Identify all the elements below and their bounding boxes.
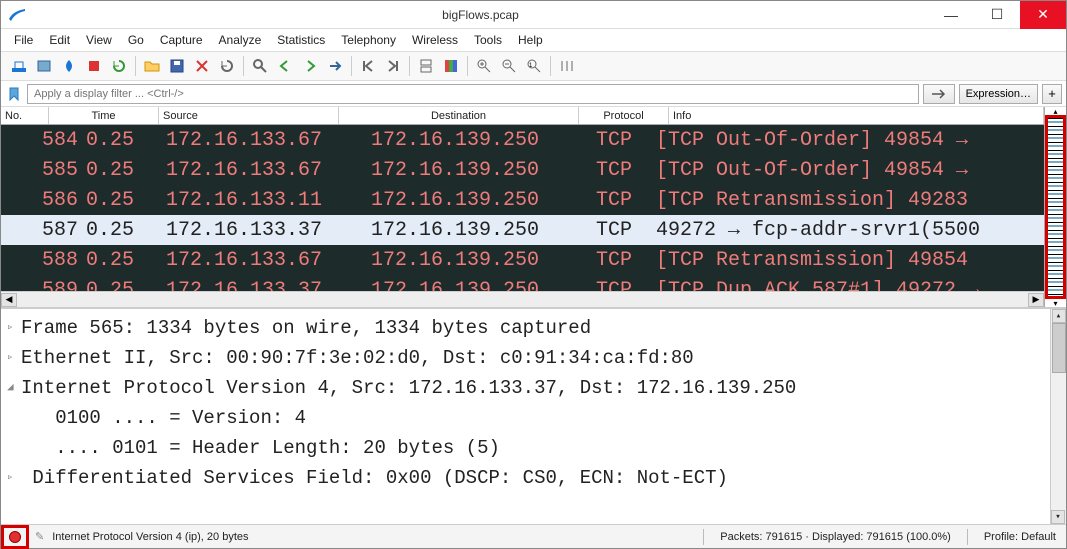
menu-file[interactable]: File [7,31,40,49]
expression-button[interactable]: Expression… [959,84,1038,104]
menu-analyze[interactable]: Analyze [212,31,269,49]
menu-capture[interactable]: Capture [153,31,210,49]
status-left: Internet Protocol Version 4 (ip), 20 byt… [48,531,697,543]
col-time[interactable]: Time [49,107,159,124]
menu-view[interactable]: View [79,31,119,49]
status-profile[interactable]: Profile: Default [974,531,1066,543]
expert-info-button[interactable] [1,525,29,549]
reload-icon[interactable] [215,54,239,78]
window-title: bigFlows.pcap [33,8,928,22]
restart-capture-icon[interactable] [107,54,131,78]
add-filter-button[interactable]: + [1042,84,1062,104]
menu-wireless[interactable]: Wireless [405,31,465,49]
menu-telephony[interactable]: Telephony [334,31,403,49]
detail-line[interactable]: ▹Ethernet II, Src: 00:90:7f:3e:02:d0, Ds… [1,343,1066,373]
close-button[interactable]: ✕ [1020,1,1066,29]
packet-row[interactable]: 5850.25 172.16.133.67 172.16.139.250 TCP… [1,155,1044,185]
menu-bar: File Edit View Go Capture Analyze Statis… [1,29,1066,51]
detail-line[interactable]: ▹Frame 565: 1334 bytes on wire, 1334 byt… [1,313,1066,343]
go-to-icon[interactable] [323,54,347,78]
packet-row[interactable]: 5890.25 172.16.133.37 172.16.139.250 TCP… [1,275,1044,291]
packet-details[interactable]: ▹Frame 565: 1334 bytes on wire, 1334 byt… [1,309,1066,524]
start-capture-icon[interactable] [57,54,81,78]
resize-columns-icon[interactable] [555,54,579,78]
menu-statistics[interactable]: Statistics [270,31,332,49]
minimize-button[interactable]: — [928,1,974,29]
packet-row[interactable]: 5860.25 172.16.133.11 172.16.139.250 TCP… [1,185,1044,215]
edit-icon[interactable]: ✎ [31,530,48,543]
find-icon[interactable] [248,54,272,78]
status-bar: ✎ Internet Protocol Version 4 (ip), 20 b… [1,524,1066,548]
detail-line[interactable]: ◢Internet Protocol Version 4, Src: 172.1… [1,373,1066,403]
app-icon [7,5,27,25]
options-icon[interactable] [32,54,56,78]
zoom-reset-icon[interactable]: 1 [522,54,546,78]
last-packet-icon[interactable] [381,54,405,78]
go-back-icon[interactable] [273,54,297,78]
col-no[interactable]: No. [1,107,49,124]
auto-scroll-icon[interactable] [414,54,438,78]
menu-go[interactable]: Go [121,31,151,49]
close-file-icon[interactable] [190,54,214,78]
menu-tools[interactable]: Tools [467,31,509,49]
maximize-button[interactable]: ☐ [974,1,1020,29]
filter-apply-button[interactable] [923,84,955,104]
stop-capture-icon[interactable] [82,54,106,78]
packet-list-header: No. Time Source Destination Protocol Inf… [1,107,1044,125]
zoom-in-icon[interactable] [472,54,496,78]
status-packet-count: Packets: 791615 · Displayed: 791615 (100… [710,531,961,543]
packet-minimap[interactable]: ▴ ▾ [1044,107,1066,307]
go-forward-icon[interactable] [298,54,322,78]
open-file-icon[interactable] [140,54,164,78]
packet-row[interactable]: 5840.25 172.16.133.67 172.16.139.250 TCP… [1,125,1044,155]
detail-line[interactable]: .... 0101 = Header Length: 20 bytes (5) [1,433,1066,463]
title-bar: bigFlows.pcap — ☐ ✕ [1,1,1066,29]
detail-line[interactable]: ▹ Differentiated Services Field: 0x00 (D… [1,463,1066,493]
detail-line[interactable]: 0100 .... = Version: 4 [1,403,1066,433]
packet-hscrollbar[interactable]: ◀▶ [1,291,1044,307]
colorize-icon[interactable] [439,54,463,78]
details-vscrollbar[interactable]: ▴ ▾ [1050,309,1066,524]
display-filter-input[interactable] [27,84,919,104]
packet-row[interactable]: 5870.25 172.16.133.37 172.16.139.250 TCP… [1,215,1044,245]
col-protocol[interactable]: Protocol [579,107,669,124]
col-source[interactable]: Source [159,107,339,124]
menu-edit[interactable]: Edit [42,31,77,49]
col-destination[interactable]: Destination [339,107,579,124]
filter-bar: Expression… + [1,81,1066,107]
packet-row[interactable]: 5880.25 172.16.133.67 172.16.139.250 TCP… [1,245,1044,275]
zoom-out-icon[interactable] [497,54,521,78]
interfaces-icon[interactable] [7,54,31,78]
toolbar: 1 [1,51,1066,81]
col-info[interactable]: Info [669,107,1044,124]
menu-help[interactable]: Help [511,31,550,49]
packet-list[interactable]: No. Time Source Destination Protocol Inf… [1,107,1044,307]
save-file-icon[interactable] [165,54,189,78]
expert-info-icon [9,531,21,543]
first-packet-icon[interactable] [356,54,380,78]
bookmark-filter-icon[interactable] [5,85,23,103]
